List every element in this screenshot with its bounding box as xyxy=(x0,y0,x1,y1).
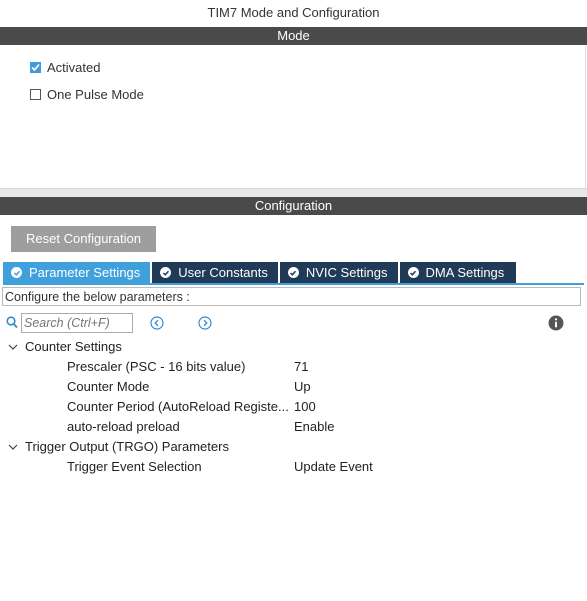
group-label: Trigger Output (TRGO) Parameters xyxy=(25,439,229,454)
param-row[interactable]: Prescaler (PSC - 16 bits value) 71 xyxy=(0,357,587,377)
activated-option[interactable]: Activated xyxy=(30,58,100,76)
tab-label: DMA Settings xyxy=(425,265,505,280)
param-value[interactable]: Up xyxy=(294,377,311,397)
check-circle-icon xyxy=(11,267,22,278)
param-name: Counter Period (AutoReload Registe... xyxy=(67,399,289,414)
param-value[interactable]: Update Event xyxy=(294,457,373,477)
reset-configuration-button[interactable]: Reset Configuration xyxy=(11,226,156,252)
param-row[interactable]: Counter Period (AutoReload Registe... 10… xyxy=(0,397,587,417)
tab-dma-settings[interactable]: DMA Settings xyxy=(399,262,517,283)
tab-user-constants[interactable]: User Constants xyxy=(152,262,278,283)
configuration-section-header: Configuration xyxy=(0,197,587,215)
panel-splitter[interactable] xyxy=(0,188,587,197)
tab-label: User Constants xyxy=(178,265,268,280)
info-icon[interactable] xyxy=(548,315,564,334)
search-input[interactable] xyxy=(21,313,133,333)
one-pulse-mode-option[interactable]: One Pulse Mode xyxy=(30,85,144,103)
activated-checkbox[interactable] xyxy=(30,61,41,73)
group-trigger-output[interactable]: Trigger Output (TRGO) Parameters xyxy=(0,437,587,457)
param-row[interactable]: Counter Mode Up xyxy=(0,377,587,397)
window-title: TIM7 Mode and Configuration xyxy=(207,5,380,20)
tab-nvic-settings[interactable]: NVIC Settings xyxy=(279,262,398,283)
param-row[interactable]: auto-reload preload Enable xyxy=(0,417,587,437)
config-tabs: Parameter Settings User Constants NVIC S… xyxy=(3,262,518,283)
group-counter-settings[interactable]: Counter Settings xyxy=(0,337,587,357)
one-pulse-mode-checkbox[interactable] xyxy=(30,88,41,100)
tab-label: Parameter Settings xyxy=(29,265,141,280)
search-next-icon[interactable] xyxy=(198,316,212,330)
one-pulse-mode-label: One Pulse Mode xyxy=(47,86,144,102)
check-circle-icon xyxy=(287,267,299,278)
search-icon[interactable] xyxy=(6,316,18,332)
check-circle-icon xyxy=(160,267,172,278)
mode-panel: Activated One Pulse Mode xyxy=(0,46,586,188)
param-name: Trigger Event Selection xyxy=(67,459,202,474)
param-row[interactable]: Trigger Event Selection Update Event xyxy=(0,457,587,477)
mode-section-header: Mode xyxy=(0,27,587,45)
check-circle-icon xyxy=(407,267,419,278)
param-value[interactable]: 71 xyxy=(294,357,308,377)
param-name: Prescaler (PSC - 16 bits value) xyxy=(67,359,246,374)
tab-parameter-settings[interactable]: Parameter Settings xyxy=(3,262,151,283)
param-value[interactable]: Enable xyxy=(294,417,334,437)
tab-underline xyxy=(3,283,584,285)
checkmark-icon xyxy=(31,63,40,71)
search-previous-icon[interactable] xyxy=(150,316,164,330)
tab-label: NVIC Settings xyxy=(305,265,388,280)
param-name: auto-reload preload xyxy=(67,419,180,434)
activated-label: Activated xyxy=(47,59,101,75)
param-name: Counter Mode xyxy=(67,379,150,394)
configure-parameters-label: Configure the below parameters : xyxy=(2,287,581,306)
param-value[interactable]: 100 xyxy=(294,397,316,417)
group-label: Counter Settings xyxy=(25,339,122,354)
